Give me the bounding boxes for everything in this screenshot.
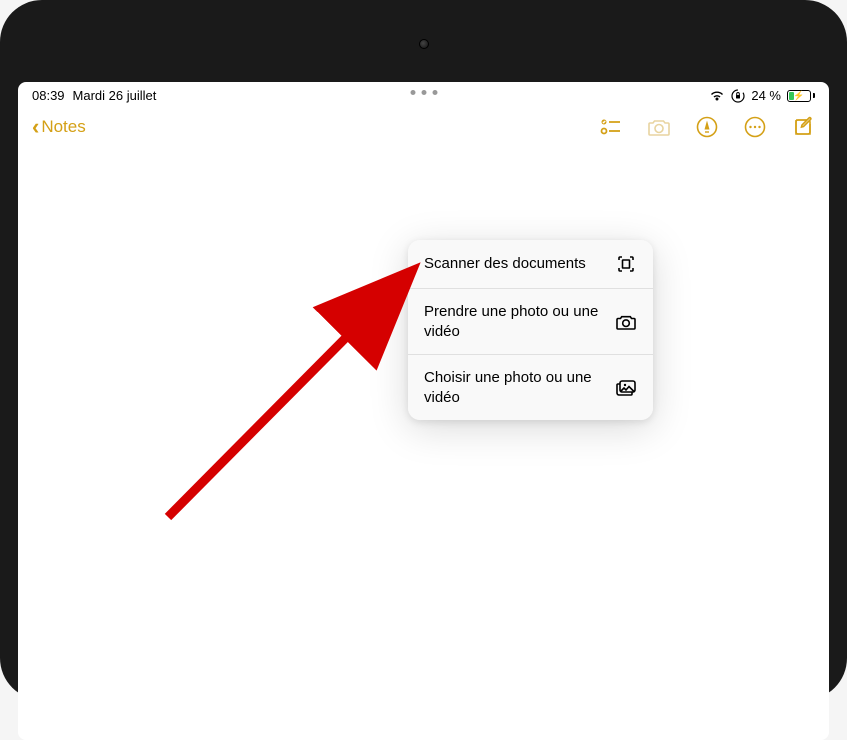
more-button[interactable] xyxy=(743,115,767,139)
menu-item-label: Choisir une photo ou une vidéo xyxy=(424,368,615,407)
battery-percent: 24 % xyxy=(751,88,781,103)
scan-documents-item[interactable]: Scanner des documents xyxy=(408,240,653,289)
camera-menu-popover: Scanner des documents Prendre une photo … xyxy=(408,240,653,420)
rotation-lock-icon xyxy=(731,89,745,103)
multitask-dots[interactable] xyxy=(410,90,437,95)
status-time: 08:39 xyxy=(32,88,65,103)
status-date: Mardi 26 juillet xyxy=(73,88,157,103)
checklist-button[interactable] xyxy=(599,115,623,139)
battery-icon: ⚡ xyxy=(787,90,815,102)
take-photo-item[interactable]: Prendre une photo ou une vidéo xyxy=(408,289,653,355)
gallery-icon xyxy=(615,377,637,399)
compose-button[interactable] xyxy=(791,115,815,139)
markup-button[interactable] xyxy=(695,115,719,139)
back-button[interactable]: ‹ Notes xyxy=(32,116,86,138)
scan-icon xyxy=(615,253,637,275)
device-frame: 08:39 Mardi 26 juillet 24 % ⚡ xyxy=(0,0,847,700)
menu-item-label: Prendre une photo ou une vidéo xyxy=(424,302,615,341)
back-label: Notes xyxy=(41,117,85,137)
menu-item-label: Scanner des documents xyxy=(424,254,596,274)
toolbar: ‹ Notes xyxy=(18,105,829,149)
device-camera xyxy=(389,38,459,50)
choose-photo-item[interactable]: Choisir une photo ou une vidéo xyxy=(408,355,653,420)
status-bar: 08:39 Mardi 26 juillet 24 % ⚡ xyxy=(18,82,829,105)
camera-icon xyxy=(615,311,637,333)
wifi-icon xyxy=(709,90,725,102)
screen: 08:39 Mardi 26 juillet 24 % ⚡ xyxy=(18,82,829,740)
camera-button[interactable] xyxy=(647,115,671,139)
chevron-left-icon: ‹ xyxy=(32,116,39,138)
annotation-arrow xyxy=(138,257,438,537)
